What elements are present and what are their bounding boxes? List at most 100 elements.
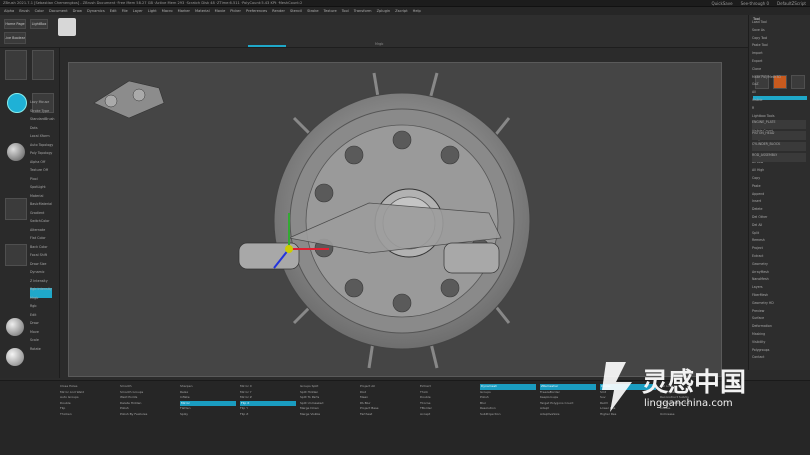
tool-palette-row[interactable]: FiberMesh <box>752 293 806 297</box>
left-shelf-item[interactable]: Edit <box>30 313 58 318</box>
menu-item-dynamics[interactable]: Dynamics <box>87 9 105 13</box>
menu-item-zscript[interactable]: Zscript <box>395 9 407 13</box>
left-shelf-item[interactable]: Local Xform <box>30 134 58 139</box>
left-shelf-item[interactable]: Dynamic <box>30 270 58 275</box>
left-shelf-item[interactable]: Flat Color <box>30 236 58 241</box>
left-shelf-item[interactable]: Focal Shift <box>30 253 58 258</box>
alpha-icon[interactable] <box>7 143 25 161</box>
menu-item-edit[interactable]: Edit <box>110 9 117 13</box>
bottom-button[interactable]: Polish By Features <box>120 412 176 418</box>
left-shelf-item[interactable]: Rotate <box>30 347 58 352</box>
left-shelf-item[interactable]: Stroke Type <box>30 109 58 114</box>
left-shelf-item[interactable]: Scale <box>30 338 58 343</box>
stroke-thumbnail[interactable] <box>32 50 54 80</box>
canvas-viewport[interactable] <box>68 62 722 377</box>
material-sphere-2-icon[interactable] <box>6 348 24 366</box>
tool-palette-row[interactable]: Paste <box>752 184 806 188</box>
lightbox-button[interactable]: LightBox <box>30 19 48 29</box>
brush-thumbnail[interactable] <box>5 50 27 80</box>
left-shelf-item[interactable]: Mrgb <box>30 296 58 301</box>
tool-palette-row[interactable]: All <box>752 90 806 94</box>
tool-palette-row[interactable]: Delete <box>752 207 806 211</box>
menu-item-help[interactable]: Help <box>413 9 421 13</box>
left-shelf-item[interactable]: Z Intensity <box>30 279 58 284</box>
tool-palette-row[interactable]: Load Tool <box>752 20 806 24</box>
left-shelf-item[interactable]: Back Color <box>30 245 58 250</box>
tool-palette-row[interactable]: Surface <box>752 316 806 320</box>
left-shelf-item[interactable]: Alternate <box>30 228 58 233</box>
bottom-button[interactable]: Spiky <box>180 412 236 418</box>
menu-item-stencil[interactable]: Stencil <box>290 9 302 13</box>
menu-item-light[interactable]: Light <box>148 9 157 13</box>
tool-palette-row[interactable]: Make PolyMesh3D <box>752 75 806 79</box>
left-shelf-item[interactable]: Gradient <box>30 211 58 216</box>
left-shelf-item[interactable]: Rgb Intensity <box>30 287 58 292</box>
bottom-button[interactable]: Farthest <box>360 412 416 418</box>
left-shelf-item[interactable]: Pixol <box>30 177 58 182</box>
tool-palette-row[interactable]: R <box>752 106 806 110</box>
left-shelf-item[interactable]: Poly Topology <box>30 151 58 156</box>
menu-item-stroke[interactable]: Stroke <box>307 9 318 13</box>
menu-item-picker[interactable]: Picker <box>230 9 241 13</box>
tool-palette-row[interactable]: Insert <box>752 199 806 203</box>
document-thumbnail[interactable] <box>58 18 76 36</box>
standard-brush-icon[interactable] <box>7 93 27 113</box>
tool-palette-row[interactable]: NanoMesh <box>752 277 806 281</box>
tool-palette-row[interactable]: Project <box>752 246 806 250</box>
left-shelf-item[interactable]: Draw Size <box>30 262 58 267</box>
tool-palette-row[interactable]: Import <box>752 51 806 55</box>
left-shelf-item[interactable]: SpotLight <box>30 185 58 190</box>
menu-item-texture[interactable]: Texture <box>324 9 337 13</box>
see-through-slider[interactable]: See-through 0 <box>741 1 769 6</box>
tool-palette-row[interactable]: Del All <box>752 223 806 227</box>
subtool-item[interactable]: CYLINDER_BLOCK <box>752 142 806 151</box>
tool-palette-row[interactable]: Visible <box>752 98 806 102</box>
menu-item-draw[interactable]: Draw <box>73 9 82 13</box>
tool-palette-row[interactable]: Save As <box>752 28 806 32</box>
tool-palette-row[interactable]: Visibility <box>752 340 806 344</box>
left-shelf-item[interactable]: Material <box>30 194 58 199</box>
bottom-button[interactable]: Thicken <box>60 412 116 418</box>
left-shelf-item[interactable]: Move <box>30 330 58 335</box>
left-shelf-item[interactable]: SwitchColor <box>30 219 58 224</box>
left-shelf-item[interactable]: StandardBrush <box>30 117 58 122</box>
tool-palette-row[interactable]: Del Other <box>752 215 806 219</box>
material-sphere-icon[interactable] <box>6 318 24 336</box>
menu-item-brush[interactable]: Brush <box>19 9 29 13</box>
tool-palette-row[interactable]: Extract <box>752 254 806 258</box>
menu-item-alpha[interactable]: Alpha <box>4 9 14 13</box>
menu-item-layer[interactable]: Layer <box>133 9 143 13</box>
menu-item-render[interactable]: Render <box>272 9 285 13</box>
left-shelf-item[interactable]: Dots <box>30 126 58 131</box>
menu-item-zplugin[interactable]: Zplugin <box>377 9 391 13</box>
menu-item-macro[interactable]: Macro <box>162 9 173 13</box>
live-boolean-button[interactable]: Live Boolean <box>4 32 26 44</box>
left-shelf-item[interactable]: BasicMaterial <box>30 202 58 207</box>
tool-palette-row[interactable]: Geometry HD <box>752 301 806 305</box>
bottom-button[interactable]: Flip Z <box>240 412 296 418</box>
tool-palette-row[interactable]: Append <box>752 192 806 196</box>
menu-item-color[interactable]: Color <box>35 9 44 13</box>
tool-palette-row[interactable]: GoZ <box>752 82 806 86</box>
menu-item-tool[interactable]: Tool <box>342 9 349 13</box>
tool-palette-row[interactable]: Export <box>752 59 806 63</box>
tool-palette-row[interactable]: Lightbox Tools <box>752 114 806 118</box>
menu-item-material[interactable]: Material <box>195 9 210 13</box>
subtool-item[interactable]: PISTON_HEAD <box>752 131 806 140</box>
left-shelf-item[interactable]: Alpha Off <box>30 160 58 165</box>
tool-palette-row[interactable]: ArrayMesh <box>752 270 806 274</box>
left-shelf-item[interactable]: Lazy Mouse <box>30 100 58 105</box>
tool-palette-row[interactable]: Remesh <box>752 238 806 242</box>
tool-palette-row[interactable]: Layers <box>752 285 806 289</box>
tool-palette-row[interactable]: Split <box>752 231 806 235</box>
tool-palette-row[interactable]: Geometry <box>752 262 806 266</box>
left-shelf-item[interactable]: Texture Off <box>30 168 58 173</box>
tool-palette-row[interactable]: Deformation <box>752 324 806 328</box>
left-shelf-item[interactable]: Draw <box>30 321 58 326</box>
bottom-button[interactable]: Merge Visible <box>300 412 356 418</box>
menu-item-transform[interactable]: Transform <box>354 9 372 13</box>
home-page-button[interactable]: Home Page <box>4 19 26 29</box>
bottom-button[interactable]: AdaptiveSize <box>540 412 596 418</box>
menu-item-document[interactable]: Document <box>49 9 68 13</box>
menu-item-preferences[interactable]: Preferences <box>246 9 267 13</box>
